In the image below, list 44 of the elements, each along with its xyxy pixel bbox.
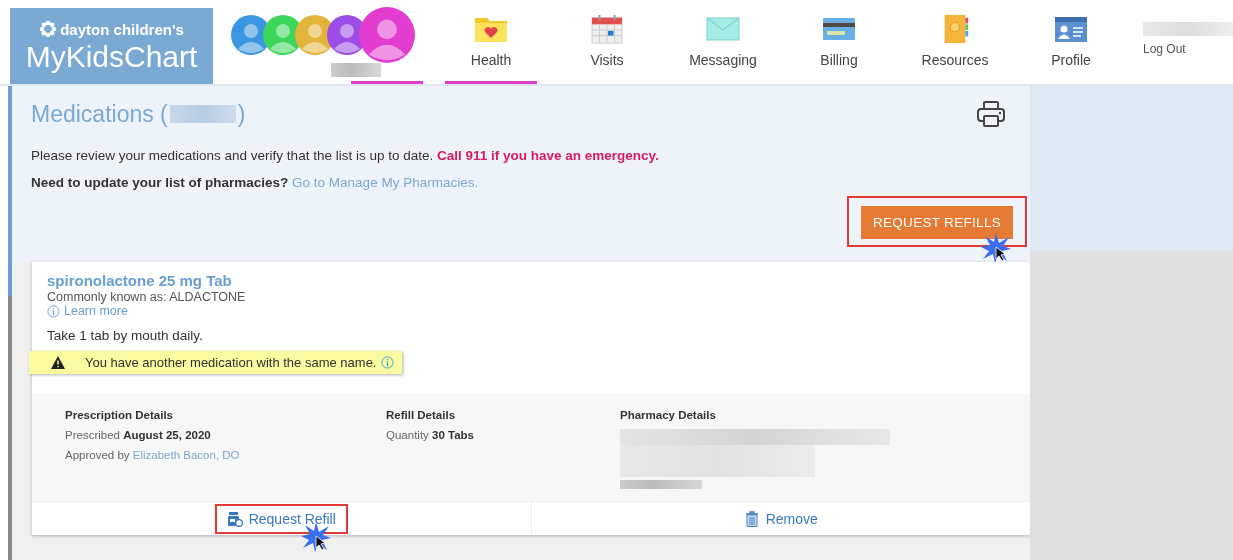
info-icon <box>47 304 60 318</box>
warning-icon <box>51 356 65 369</box>
approved-by-label: Approved by <box>65 449 130 461</box>
envelope-icon <box>705 14 741 44</box>
card-action-button[interactable]: Remove <box>741 508 820 529</box>
pill-bottle-icon <box>226 510 243 527</box>
flower-logo-icon <box>39 20 58 38</box>
logo-product: MyKidsChart <box>25 40 198 74</box>
learn-more-link[interactable]: Learn more <box>47 304 128 318</box>
redacted-patient-name <box>169 105 236 123</box>
calendar-icon <box>589 14 625 44</box>
child-avatar[interactable] <box>359 7 415 63</box>
prescribed-label: Prescribed <box>65 429 120 441</box>
prescribed-date: August 25, 2020 <box>123 429 211 441</box>
nav-tab[interactable]: Messaging <box>665 0 781 84</box>
prescriber-link[interactable]: Elizabeth Bacon, DO <box>132 449 240 461</box>
common-name: Commonly known as: ALDACTONE <box>47 290 247 304</box>
request-refills-button[interactable]: REQUEST REFILLS <box>860 206 1013 239</box>
card-action-button[interactable]: Request Refill <box>224 508 338 529</box>
medication-name[interactable]: spironolactone 25 mg Tab <box>47 272 232 289</box>
trash-icon <box>743 510 760 527</box>
logo-org: dayton children's <box>60 20 184 38</box>
dosage-instructions: Take 1 tab by mouth daily. <box>47 328 204 343</box>
quantity-value: 30 Tabs <box>432 429 474 441</box>
title-parenthesis: ) <box>237 100 246 128</box>
id-card-icon <box>1053 14 1089 44</box>
nav-tab[interactable]: Visits <box>549 0 665 84</box>
nav-tab[interactable]: Profile <box>1013 0 1129 84</box>
redacted-name <box>331 62 381 77</box>
warning-text: You have another medication with the same name. <box>85 355 377 370</box>
details-heading: Pharmacy Details <box>620 409 717 421</box>
logout-link[interactable]: Log Out <box>1143 42 1233 56</box>
logo[interactable]: dayton children's MyKidsChart <box>10 8 213 84</box>
print-icon[interactable] <box>976 100 1006 128</box>
info-icon[interactable] <box>381 356 395 369</box>
intro-text: Please review your medications and verify that the list is up to date. Call 911 if you have an emergency. <box>31 148 660 163</box>
nav-tab[interactable]: Billing <box>781 0 897 84</box>
details-heading: Prescription Details <box>65 409 174 421</box>
quantity-label: Quantity <box>386 429 429 441</box>
nav-tab[interactable]: Health <box>445 0 537 84</box>
pharmacy-question: Need to update your list of pharmacies? <box>31 175 289 190</box>
nav-tab[interactable]: Resources <box>897 0 1013 84</box>
page-title: Medications ( <box>31 100 168 128</box>
details-heading: Refill Details <box>386 409 457 421</box>
